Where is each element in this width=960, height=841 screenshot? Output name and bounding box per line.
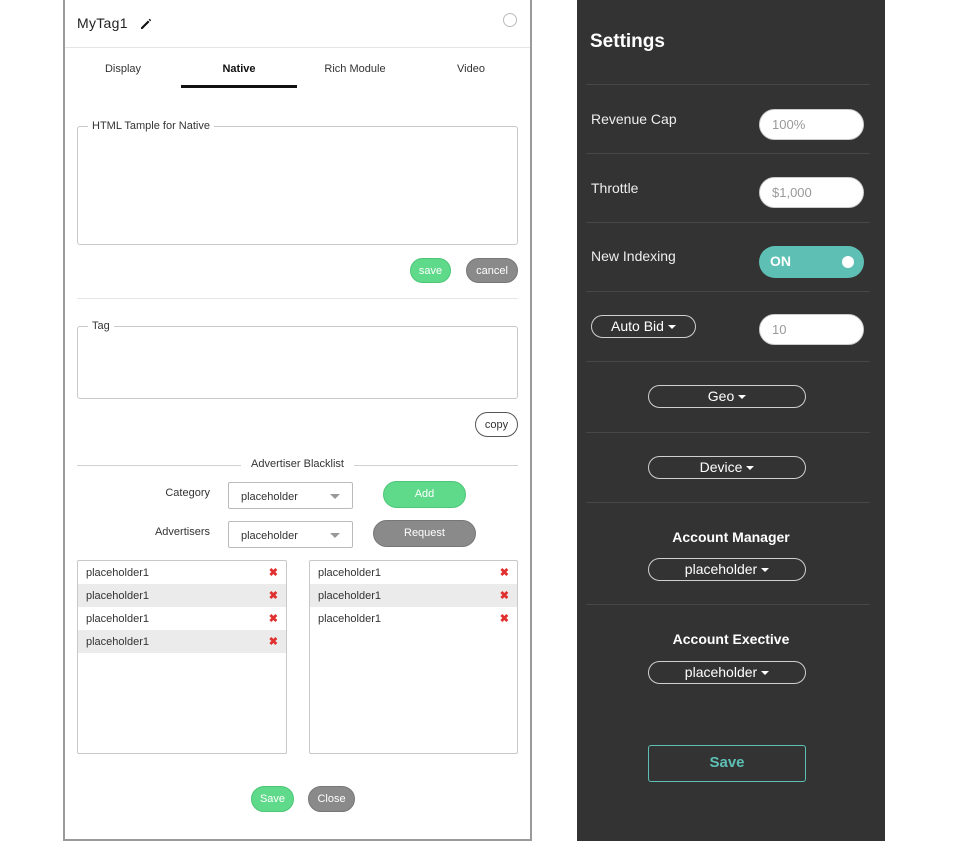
device-label: Device <box>699 459 743 475</box>
panel-header: MyTag1 <box>65 0 530 48</box>
list-item[interactable]: placeholder1 ✖ <box>310 584 517 607</box>
throttle-label: Throttle <box>591 180 639 196</box>
settings-save-button[interactable]: Save <box>648 745 806 782</box>
category-select[interactable]: placeholder <box>228 482 353 509</box>
tag-fieldset: Tag <box>77 320 518 399</box>
radio-icon[interactable] <box>503 13 517 27</box>
category-label: Category <box>165 487 210 499</box>
add-button[interactable]: Add <box>383 481 466 508</box>
tab-video[interactable]: Video <box>413 56 529 88</box>
new-indexing-label: New Indexing <box>591 248 676 264</box>
html-template-fieldset: HTML Tample for Native <box>77 120 518 245</box>
list-item[interactable]: placeholder1 ✖ <box>310 607 517 630</box>
template-cancel-button[interactable]: cancel <box>466 258 518 283</box>
chevron-down-icon <box>330 494 340 499</box>
toggle-knob <box>842 256 854 268</box>
list-item-label: placeholder1 <box>318 567 381 579</box>
settings-divider <box>586 84 870 85</box>
account-executive-dropdown[interactable]: placeholder <box>648 661 806 684</box>
revenue-cap-label: Revenue Cap <box>591 111 677 127</box>
geo-label: Geo <box>707 388 735 404</box>
auto-bid-dropdown[interactable]: Auto Bid <box>591 315 696 338</box>
throttle-input[interactable]: $1,000 <box>759 177 864 208</box>
settings-divider <box>586 502 870 503</box>
html-template-textarea[interactable] <box>78 132 517 244</box>
blacklist-advertiser-list[interactable]: placeholder1 ✖ placeholder1 ✖ placeholde… <box>309 560 518 754</box>
blacklist-category-list[interactable]: placeholder1 ✖ placeholder1 ✖ placeholde… <box>77 560 287 754</box>
tag-legend: Tag <box>92 320 110 332</box>
tag-textarea[interactable] <box>78 332 517 398</box>
tab-display[interactable]: Display <box>65 56 181 88</box>
list-item-label: placeholder1 <box>318 613 381 625</box>
copy-button[interactable]: copy <box>475 412 518 437</box>
list-item-label: placeholder1 <box>86 567 149 579</box>
blacklist-title: Advertiser Blacklist <box>241 458 354 470</box>
revenue-cap-input[interactable]: 100% <box>759 109 864 140</box>
tag-title: MyTag1 <box>77 15 128 31</box>
auto-bid-input[interactable]: 10 <box>759 314 864 345</box>
remove-icon[interactable]: ✖ <box>500 589 509 602</box>
settings-divider <box>586 153 870 154</box>
save-button[interactable]: Save <box>251 786 294 812</box>
remove-icon[interactable]: ✖ <box>269 635 278 648</box>
blacklist-heading: Advertiser Blacklist <box>65 458 530 470</box>
tab-native[interactable]: Native <box>181 56 297 88</box>
new-indexing-toggle[interactable]: ON <box>759 246 864 278</box>
html-template-legend: HTML Tample for Native <box>92 120 210 132</box>
settings-title: Settings <box>590 31 665 52</box>
device-dropdown[interactable]: Device <box>648 456 806 479</box>
auto-bid-label: Auto Bid <box>611 318 664 334</box>
toggle-state: ON <box>770 253 791 269</box>
advertisers-select[interactable]: placeholder <box>228 521 353 548</box>
chevron-down-icon <box>330 533 340 538</box>
account-manager-value: placeholder <box>684 561 758 577</box>
list-item[interactable]: placeholder1 ✖ <box>78 607 286 630</box>
remove-icon[interactable]: ✖ <box>269 566 278 579</box>
pencil-icon[interactable] <box>139 17 153 31</box>
close-button[interactable]: Close <box>308 786 355 812</box>
list-item-label: placeholder1 <box>86 613 149 625</box>
list-item[interactable]: placeholder1 ✖ <box>78 630 286 653</box>
advertisers-select-value: placeholder <box>241 530 298 542</box>
account-manager-dropdown[interactable]: placeholder <box>648 558 806 581</box>
tab-bar: Display Native Rich Module Video <box>65 56 530 88</box>
section-divider <box>77 298 518 299</box>
settings-divider <box>586 361 870 362</box>
list-item[interactable]: placeholder1 ✖ <box>310 561 517 584</box>
remove-icon[interactable]: ✖ <box>269 612 278 625</box>
tag-editor-panel: MyTag1 Display Native Rich Module Video … <box>63 0 532 841</box>
settings-divider <box>586 222 870 223</box>
chevron-down-icon <box>738 395 747 400</box>
settings-panel: Settings Revenue Cap 100% Throttle $1,00… <box>577 0 885 841</box>
template-save-button[interactable]: save <box>410 258 451 283</box>
settings-divider <box>586 291 870 292</box>
advertisers-label: Advertisers <box>154 526 210 538</box>
geo-dropdown[interactable]: Geo <box>648 385 806 408</box>
request-button[interactable]: Request <box>373 520 476 547</box>
chevron-down-icon <box>746 466 755 471</box>
list-item-label: placeholder1 <box>318 590 381 602</box>
category-select-value: placeholder <box>241 491 298 503</box>
list-item[interactable]: placeholder1 ✖ <box>78 561 286 584</box>
tab-rich-module[interactable]: Rich Module <box>297 56 413 88</box>
list-item-label: placeholder1 <box>86 636 149 648</box>
account-manager-heading: Account Manager <box>672 529 790 545</box>
chevron-down-icon <box>761 568 770 573</box>
chevron-down-icon <box>667 325 676 330</box>
remove-icon[interactable]: ✖ <box>500 612 509 625</box>
settings-divider <box>586 432 870 433</box>
list-item[interactable]: placeholder1 ✖ <box>78 584 286 607</box>
list-item-label: placeholder1 <box>86 590 149 602</box>
settings-divider <box>586 604 870 605</box>
remove-icon[interactable]: ✖ <box>500 566 509 579</box>
account-executive-value: placeholder <box>684 664 758 680</box>
remove-icon[interactable]: ✖ <box>269 589 278 602</box>
chevron-down-icon <box>761 671 770 676</box>
account-executive-heading: Account Exective <box>672 631 790 647</box>
